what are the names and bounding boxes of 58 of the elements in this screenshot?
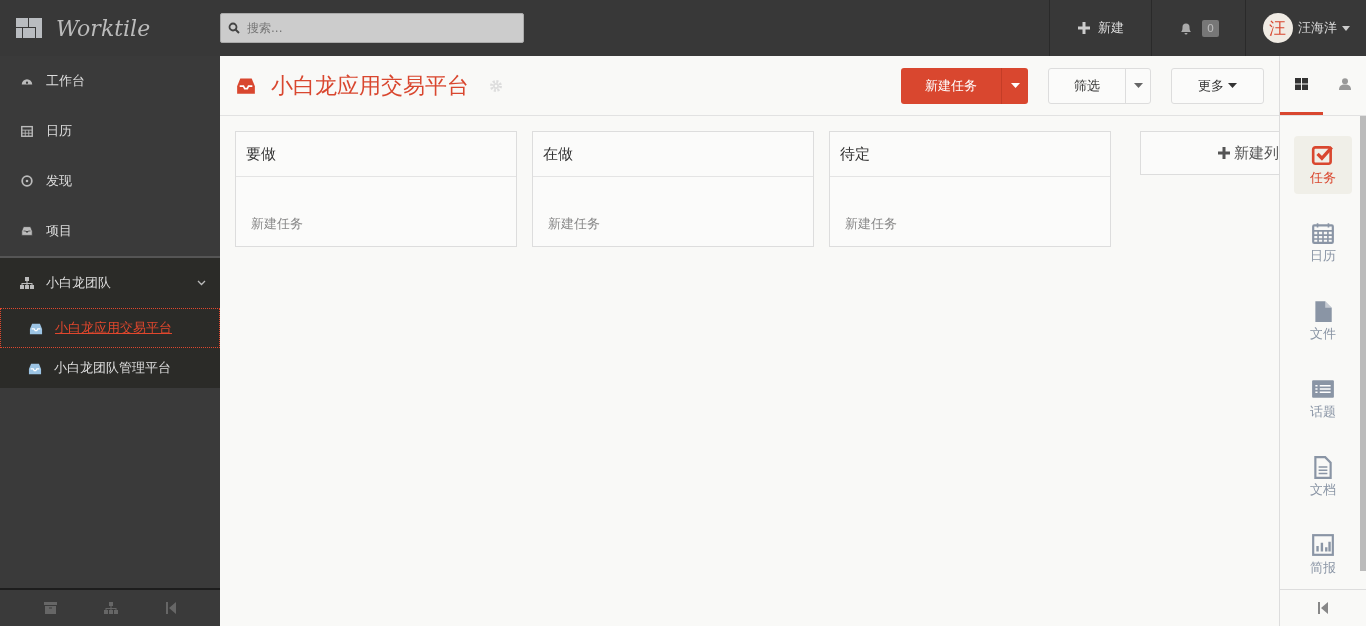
caret-icon bbox=[1010, 83, 1020, 88]
logo-text: Worktile bbox=[56, 15, 151, 41]
list-title: 待定 bbox=[830, 132, 1110, 177]
new-task-link[interactable]: 新建任务 bbox=[533, 177, 813, 246]
project-title: 小白龙应用交易平台 bbox=[271, 71, 469, 100]
rail-item[interactable]: 文件 bbox=[1294, 292, 1352, 350]
settings-icon[interactable] bbox=[489, 78, 503, 93]
new-list-button[interactable]: 新建列 bbox=[1140, 131, 1279, 175]
new-button[interactable]: 新建 bbox=[1049, 0, 1151, 56]
hierarchy-icon[interactable] bbox=[104, 602, 119, 614]
sidebar-item-icon bbox=[20, 174, 34, 188]
new-task-link[interactable]: 新建任务 bbox=[236, 177, 516, 246]
rail-item[interactable]: 文档 bbox=[1294, 448, 1352, 506]
project-item[interactable]: 小白龙团队管理平台 bbox=[0, 348, 220, 388]
rail-item-icon bbox=[1311, 455, 1335, 479]
new-task-link[interactable]: 新建任务 bbox=[830, 177, 1110, 246]
chevron-icon bbox=[197, 280, 206, 286]
rail-item-icon bbox=[1311, 533, 1335, 557]
sidebar-item-icon bbox=[20, 124, 34, 138]
search-icon bbox=[228, 22, 240, 34]
sidebar-item[interactable]: 工作台 bbox=[0, 56, 220, 106]
search-field[interactable]: 搜索... bbox=[220, 13, 524, 43]
list-title: 在做 bbox=[533, 132, 813, 177]
caret-icon bbox=[1341, 25, 1350, 31]
project-item[interactable]: 小白龙应用交易平台 bbox=[0, 308, 220, 348]
rail-item-icon bbox=[1311, 221, 1335, 245]
hierarchy-icon bbox=[20, 277, 34, 289]
rail-item-icon bbox=[1311, 143, 1335, 167]
user-avatar: 汪 bbox=[1262, 13, 1293, 43]
tray-icon bbox=[235, 76, 257, 95]
plus-icon bbox=[1077, 22, 1090, 34]
plus-icon bbox=[1218, 147, 1230, 159]
rail-item[interactable]: 任务 bbox=[1294, 136, 1352, 194]
sidebar-item-icon bbox=[20, 224, 34, 238]
caret-icon bbox=[1228, 83, 1237, 88]
team-item[interactable]: 小白龙团队 bbox=[0, 258, 220, 308]
grid-icon bbox=[1295, 78, 1308, 90]
rail-item-icon bbox=[1311, 377, 1335, 401]
caret-icon bbox=[1133, 83, 1143, 88]
collapse-icon[interactable] bbox=[1318, 602, 1328, 614]
new-task-button[interactable]: 新建任务 bbox=[901, 67, 1028, 104]
tray-icon bbox=[28, 361, 42, 375]
archive-icon[interactable] bbox=[43, 602, 57, 614]
list-title: 要做 bbox=[236, 132, 516, 177]
notification-count: 0 bbox=[1202, 19, 1219, 37]
sidebar-item[interactable]: 发现 bbox=[0, 156, 220, 206]
filter-button[interactable]: 筛选 bbox=[1048, 67, 1151, 104]
rail-item[interactable]: 简报 bbox=[1294, 526, 1352, 584]
rail-item[interactable]: 话题 bbox=[1294, 370, 1352, 428]
sidebar-item[interactable]: 项目 bbox=[0, 206, 220, 256]
logo-icon bbox=[16, 18, 42, 38]
more-button[interactable]: 更多 bbox=[1171, 67, 1264, 104]
sidebar-item[interactable]: 日历 bbox=[0, 106, 220, 156]
person-icon bbox=[1338, 78, 1351, 90]
rail-item[interactable]: 日历 bbox=[1294, 214, 1352, 272]
tray-icon bbox=[29, 321, 43, 335]
notifications-button[interactable]: 0 bbox=[1151, 0, 1245, 56]
collapse-icon[interactable] bbox=[166, 602, 177, 614]
